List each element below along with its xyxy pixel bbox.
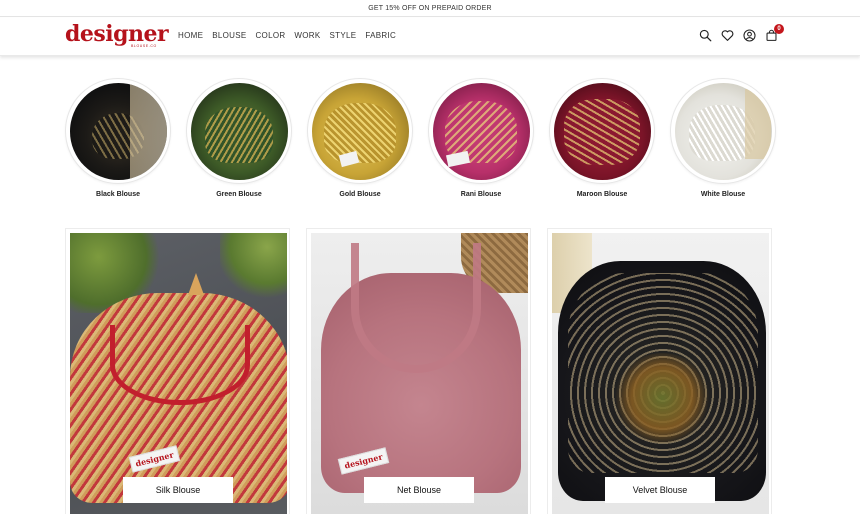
logo-tagline: BLOUSE.CO (131, 44, 157, 48)
category-black[interactable]: Black Blouse (65, 78, 171, 198)
category-label: Black Blouse (96, 191, 140, 198)
product-card-silk[interactable]: designer Silk Blouse (65, 228, 290, 514)
category-ring (65, 78, 171, 184)
silk-blouse-image: designer Silk Blouse (70, 233, 287, 514)
nav-home[interactable]: HOME (178, 31, 203, 40)
gold-blouse-image (311, 82, 409, 180)
brand-logo[interactable]: designer BLOUSE.CO (65, 21, 169, 53)
site-header: designer BLOUSE.CO HOME BLOUSE COLOR WOR… (0, 18, 860, 56)
product-card-net[interactable]: designer Net Blouse (306, 228, 531, 514)
heart-icon[interactable] (721, 29, 734, 42)
nav-blouse[interactable]: BLOUSE (212, 31, 246, 40)
category-strip: Black Blouse Green Blouse Gold Blouse Ra… (65, 78, 785, 202)
category-white[interactable]: White Blouse (670, 78, 776, 198)
announcement-bar: GET 15% OFF ON PREPAID ORDER (0, 0, 860, 17)
net-blouse-button[interactable]: Net Blouse (364, 477, 474, 503)
category-label: White Blouse (700, 191, 746, 198)
rani-blouse-image (432, 82, 530, 180)
green-blouse-image (190, 82, 288, 180)
product-card-velvet[interactable]: Velvet Blouse (547, 228, 772, 514)
category-label: Green Blouse (216, 191, 262, 198)
bag-icon[interactable]: 0 (765, 24, 784, 42)
header-actions: 0 (699, 24, 784, 42)
black-blouse-image (69, 82, 167, 180)
nav-color[interactable]: COLOR (255, 31, 285, 40)
net-blouse-image: designer Net Blouse (311, 233, 528, 514)
search-icon[interactable] (699, 29, 712, 42)
category-ring (670, 78, 776, 184)
category-ring (428, 78, 534, 184)
cart-count-badge: 0 (774, 24, 784, 34)
category-label: Maroon Blouse (576, 191, 628, 198)
nav-style[interactable]: STYLE (330, 31, 357, 40)
category-ring (549, 78, 655, 184)
category-maroon[interactable]: Maroon Blouse (549, 78, 655, 198)
user-icon[interactable] (743, 29, 756, 42)
category-ring (307, 78, 413, 184)
white-blouse-image (674, 82, 772, 180)
velvet-blouse-button[interactable]: Velvet Blouse (605, 477, 715, 503)
category-label: Rani Blouse (460, 191, 502, 198)
category-label: Gold Blouse (339, 191, 381, 198)
nav-work[interactable]: WORK (294, 31, 320, 40)
main-nav: HOME BLOUSE COLOR WORK STYLE FABRIC (178, 31, 405, 40)
maroon-blouse-image (553, 82, 651, 180)
category-ring (186, 78, 292, 184)
announcement-text: GET 15% OFF ON PREPAID ORDER (368, 4, 492, 12)
category-rani[interactable]: Rani Blouse (428, 78, 534, 198)
nav-fabric[interactable]: FABRIC (365, 31, 396, 40)
category-gold[interactable]: Gold Blouse (307, 78, 413, 198)
silk-blouse-button[interactable]: Silk Blouse (123, 477, 233, 503)
category-green[interactable]: Green Blouse (186, 78, 292, 198)
velvet-blouse-image: Velvet Blouse (552, 233, 769, 514)
